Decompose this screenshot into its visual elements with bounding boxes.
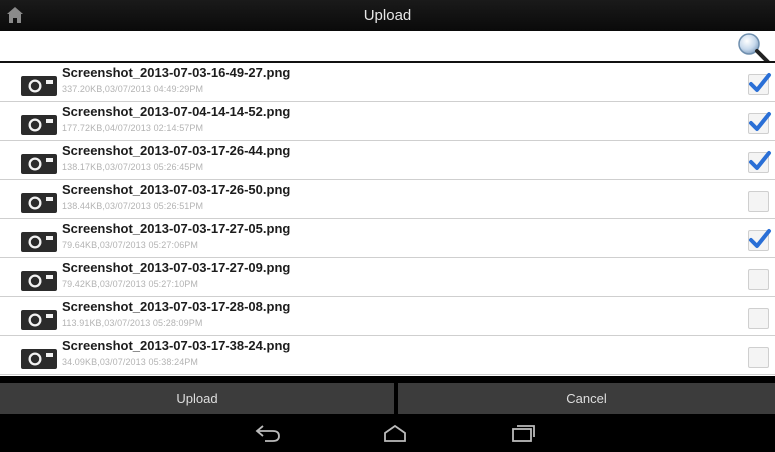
file-row[interactable]: Screenshot_2013-07-03-17-26-50.png 138.4… <box>0 180 775 219</box>
camera-icon <box>21 154 57 174</box>
checkmark-icon <box>749 229 771 248</box>
file-row[interactable]: Screenshot_2013-07-03-17-27-09.png 79.42… <box>0 258 775 297</box>
file-meta: 337.20KB,03/07/2013 04:49:29PM <box>62 84 204 94</box>
file-checkbox[interactable] <box>748 151 771 173</box>
file-meta: 113.91KB,03/07/2013 05:28:09PM <box>62 318 203 328</box>
camera-icon <box>21 271 57 291</box>
file-name: Screenshot_2013-07-03-17-27-05.png <box>62 221 291 236</box>
file-checkbox[interactable] <box>748 269 769 290</box>
file-checkbox[interactable] <box>748 112 771 134</box>
file-meta: 138.44KB,03/07/2013 05:26:51PM <box>62 201 204 211</box>
file-meta: 138.17KB,03/07/2013 05:26:45PM <box>62 162 204 172</box>
title-bar: Upload <box>0 0 775 31</box>
file-name: Screenshot_2013-07-03-16-49-27.png <box>62 65 291 80</box>
checkmark-icon <box>749 112 771 131</box>
page-title: Upload <box>363 7 412 24</box>
file-name: Screenshot_2013-07-03-17-38-24.png <box>62 338 291 353</box>
file-name: Screenshot_2013-07-04-14-14-52.png <box>62 104 291 119</box>
file-row[interactable]: Screenshot_2013-07-03-17-38-24.png 34.09… <box>0 336 775 375</box>
recent-apps-icon[interactable] <box>510 422 536 444</box>
search-input[interactable] <box>4 33 728 59</box>
camera-icon <box>21 232 57 252</box>
file-meta: 79.42KB,03/07/2013 05:27:10PM <box>62 279 199 289</box>
file-row[interactable]: Screenshot_2013-07-04-14-14-52.png 177.7… <box>0 102 775 141</box>
file-meta: 79.64KB,03/07/2013 05:27:06PM <box>62 240 199 250</box>
camera-icon <box>21 115 57 135</box>
home-nav-icon[interactable] <box>382 422 408 444</box>
file-checkbox[interactable] <box>748 347 769 368</box>
file-meta: 34.09KB,03/07/2013 05:38:24PM <box>62 357 199 367</box>
camera-icon <box>21 193 57 213</box>
action-bar: Upload Cancel <box>0 383 775 414</box>
file-name: Screenshot_2013-07-03-17-26-50.png <box>62 182 291 197</box>
file-list[interactable]: Screenshot_2013-07-03-16-49-27.png 337.2… <box>0 63 775 376</box>
search-bar <box>0 31 775 64</box>
file-row[interactable]: Screenshot_2013-07-03-16-49-27.png 337.2… <box>0 63 775 102</box>
file-name: Screenshot_2013-07-03-17-27-09.png <box>62 260 291 275</box>
search-icon[interactable] <box>733 32 773 64</box>
checkmark-icon <box>749 73 771 92</box>
file-row[interactable]: Screenshot_2013-07-03-17-28-08.png 113.9… <box>0 297 775 336</box>
file-checkbox[interactable] <box>748 191 769 212</box>
file-row[interactable]: Screenshot_2013-07-03-17-26-44.png 138.1… <box>0 141 775 180</box>
back-icon[interactable] <box>255 422 281 444</box>
file-row[interactable]: Screenshot_2013-07-03-17-27-05.png 79.64… <box>0 219 775 258</box>
camera-icon <box>21 76 57 96</box>
camera-icon <box>21 349 57 369</box>
file-meta: 177.72KB,04/07/2013 02:14:57PM <box>62 123 204 133</box>
camera-icon <box>21 310 57 330</box>
file-checkbox[interactable] <box>748 73 771 95</box>
file-checkbox[interactable] <box>748 229 771 251</box>
file-name: Screenshot_2013-07-03-17-26-44.png <box>62 143 291 158</box>
checkmark-icon <box>749 151 771 170</box>
upload-button[interactable]: Upload <box>0 383 394 414</box>
system-nav-bar <box>0 414 775 452</box>
file-name: Screenshot_2013-07-03-17-28-08.png <box>62 299 291 314</box>
file-checkbox[interactable] <box>748 308 769 329</box>
cancel-button[interactable]: Cancel <box>398 383 775 414</box>
